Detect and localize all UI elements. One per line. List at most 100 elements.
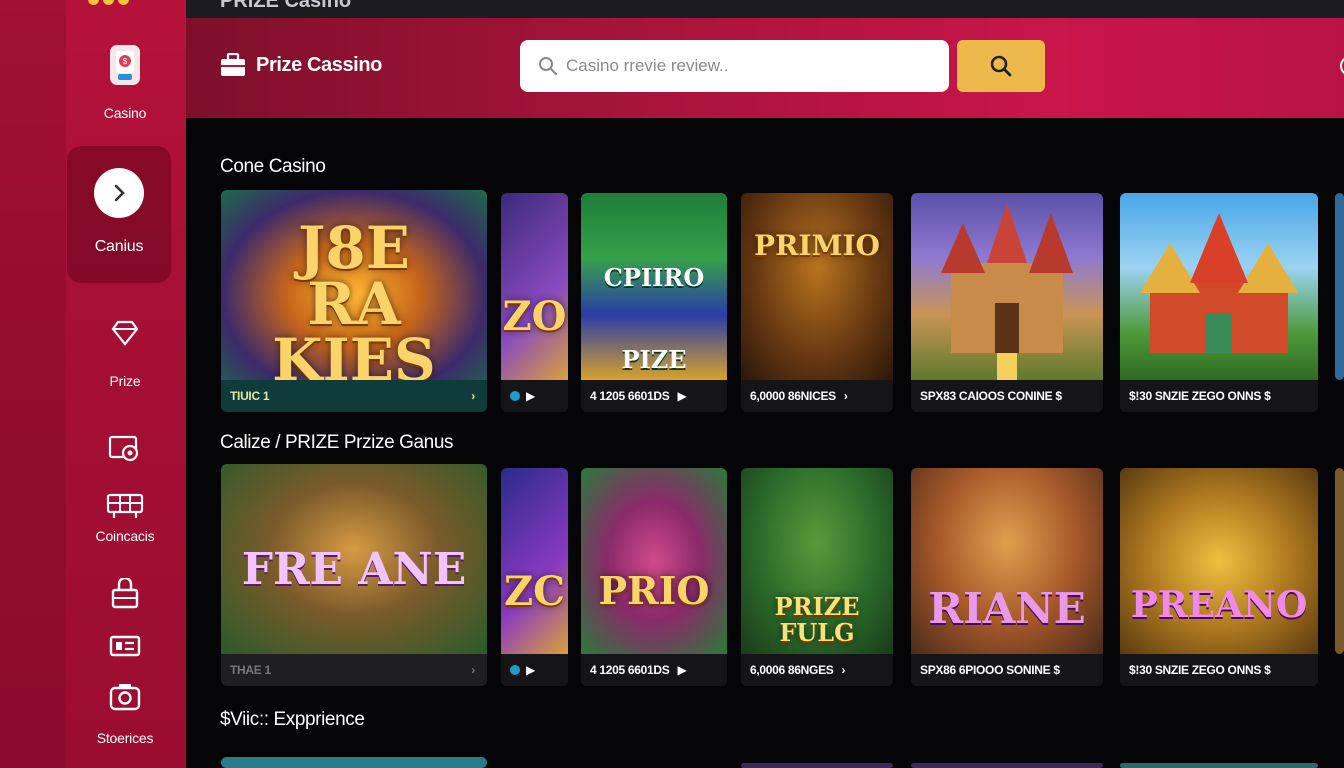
game-card[interactable]: J8E RA KIES TIUIC 1 › bbox=[221, 190, 487, 412]
game-card-footer: 4 1205 6601DS ▶ bbox=[581, 654, 727, 686]
game-card[interactable]: PREANO $!30 SNZIE ZEGO ONNS $ bbox=[1120, 468, 1318, 686]
game-card-partial[interactable] bbox=[1335, 468, 1344, 654]
section-title: Calize / PRIZE Przize Ganus bbox=[220, 432, 454, 453]
game-card[interactable]: PRIMIO 6,0000 86NICES › bbox=[741, 193, 893, 412]
play-icon: ▶ bbox=[677, 663, 687, 677]
game-art-title: RIANE bbox=[928, 584, 1086, 633]
sidebar-item-label: Prize bbox=[109, 373, 141, 389]
game-card-label: 6,0006 86NGES bbox=[750, 663, 834, 677]
game-art-title: PRIMIO bbox=[754, 229, 880, 262]
chevron-right-icon: › bbox=[843, 389, 848, 403]
chevron-right-icon: › bbox=[471, 389, 475, 403]
sidebar: $ Casino Canius Prize Coincacis Stoerice… bbox=[0, 0, 186, 768]
game-card-label: 4 1205 6601DS bbox=[590, 389, 670, 403]
status-dot-icon bbox=[510, 391, 520, 401]
chevron-right-icon bbox=[94, 168, 144, 218]
sidebar-item-label: Stoerices bbox=[96, 730, 154, 746]
game-card[interactable]: RIANE SPX86 6PIOOO SONINE $ bbox=[911, 468, 1103, 686]
sidebar-strip bbox=[0, 0, 66, 768]
search-box[interactable] bbox=[520, 40, 949, 92]
game-card-label: TIUIC 1 bbox=[230, 389, 270, 403]
game-card[interactable]: PRIZE FULG 6,0006 86NGES › bbox=[741, 468, 893, 686]
game-art-title: ZO bbox=[502, 293, 567, 340]
game-card-footer: $!30 SNZIE ZEGO ONNS $ bbox=[1120, 654, 1318, 686]
chevron-right-icon: › bbox=[471, 663, 475, 677]
game-card-label: 6,0000 86NICES bbox=[750, 389, 836, 403]
chevron-right-icon: › bbox=[841, 663, 846, 677]
game-card-partial[interactable] bbox=[741, 763, 893, 768]
game-card-footer: 6,0006 86NGES › bbox=[741, 654, 893, 686]
game-card[interactable]: FRE ANE THAE 1 › bbox=[221, 464, 487, 686]
game-card-partial[interactable] bbox=[221, 757, 487, 768]
search-input[interactable] bbox=[566, 56, 926, 76]
game-card[interactable]: CPIIRO PIZE 4 1205 6601DS ▶ bbox=[581, 193, 727, 412]
header: Prize Cassino bbox=[186, 18, 1344, 118]
status-dot-icon bbox=[510, 665, 520, 675]
game-art-title: PRIZE FULG bbox=[774, 592, 860, 647]
sidebar-item-ticket[interactable] bbox=[66, 634, 184, 658]
play-icon: ▶ bbox=[526, 663, 535, 677]
ticket-icon bbox=[109, 634, 141, 658]
window-title: PRIZE Casino bbox=[220, 0, 352, 12]
svg-text:$: $ bbox=[123, 57, 128, 66]
game-card-footer: ▶ bbox=[501, 654, 568, 686]
game-card-label: 4 1205 6601DS bbox=[590, 663, 670, 677]
section-title: $Viic:: Expprience bbox=[220, 709, 365, 730]
game-card-footer: 6,0000 86NICES › bbox=[741, 380, 893, 412]
game-card-partial[interactable] bbox=[911, 763, 1103, 768]
search-button[interactable] bbox=[957, 40, 1045, 92]
sidebar-item-label: Casino bbox=[103, 105, 147, 121]
game-card-partial[interactable] bbox=[1335, 193, 1344, 380]
game-card[interactable]: ZC ▶ bbox=[501, 468, 568, 686]
game-card[interactable]: SPX83 CAIOOS CONINE $ bbox=[911, 193, 1103, 412]
sidebar-item-coincacis[interactable]: Coincacis bbox=[66, 492, 184, 544]
game-card-footer: TIUIC 1 › bbox=[221, 380, 487, 412]
game-card-label: THAE 1 bbox=[230, 663, 271, 677]
play-icon: ▶ bbox=[526, 389, 535, 403]
game-card-footer: $!30 SNZIE ZEGO ONNS $ bbox=[1120, 380, 1318, 412]
brand[interactable]: Prize Cassino bbox=[220, 53, 382, 77]
briefcase-icon bbox=[221, 53, 245, 76]
game-card-partial[interactable] bbox=[1120, 763, 1318, 768]
game-card[interactable]: $!30 SNZIE ZEGO ONNS $ bbox=[1120, 193, 1318, 412]
game-art-title: FRE ANE bbox=[241, 544, 467, 595]
camera-icon bbox=[109, 682, 141, 712]
game-card-footer: SPX86 6PIOOO SONINE $ bbox=[911, 654, 1103, 686]
game-card-footer: 4 1205 6601DS ▶ bbox=[581, 380, 727, 412]
sidebar-item-casino[interactable]: $ Casino bbox=[66, 44, 184, 121]
game-card-footer: ▶ bbox=[501, 380, 568, 412]
game-card[interactable]: ZO ▶ bbox=[501, 193, 568, 412]
profile-icon[interactable] bbox=[1340, 56, 1344, 76]
window-title-bar: PRIZE Casino bbox=[186, 0, 1344, 18]
castle-illustration bbox=[941, 203, 1073, 380]
game-card-footer: THAE 1 › bbox=[221, 654, 487, 686]
palace-illustration bbox=[1140, 213, 1298, 353]
search-icon bbox=[539, 57, 558, 76]
play-icon: ▶ bbox=[677, 389, 687, 403]
game-art-title: ZC bbox=[503, 568, 566, 615]
game-art-title: PREANO bbox=[1130, 584, 1308, 626]
brand-name: Prize Cassino bbox=[256, 53, 382, 76]
sidebar-item-stoerices[interactable]: Stoerices bbox=[66, 682, 184, 746]
phone-casino-icon: $ bbox=[108, 44, 142, 86]
game-card-label: SPX83 CAIOOS CONINE $ bbox=[920, 389, 1062, 403]
sidebar-item-bag[interactable] bbox=[66, 578, 184, 610]
sidebar-item-canius[interactable]: Canius bbox=[67, 146, 171, 283]
game-card[interactable]: PRIO 4 1205 6601DS ▶ bbox=[581, 468, 727, 686]
game-card-label: $!30 SNZIE ZEGO ONNS $ bbox=[1129, 389, 1271, 403]
sidebar-item-prize[interactable]: Prize bbox=[66, 318, 184, 389]
cabinet-icon bbox=[106, 492, 144, 520]
bag-icon bbox=[110, 578, 140, 610]
sidebar-item-label: Canius bbox=[94, 238, 144, 255]
game-card-footer: SPX83 CAIOOS CONINE $ bbox=[911, 380, 1103, 412]
sidebar-item-label: Coincacis bbox=[95, 528, 155, 544]
game-art-title: J8E RA KIES bbox=[272, 214, 436, 394]
section-title: Cone Casino bbox=[220, 156, 326, 177]
search-icon bbox=[990, 55, 1012, 77]
game-card-label: SPX86 6PIOOO SONINE $ bbox=[920, 663, 1060, 677]
sidebar-item-screen[interactable] bbox=[66, 434, 184, 464]
screen-coin-icon bbox=[108, 434, 142, 464]
diamond-icon bbox=[110, 318, 140, 348]
logo bbox=[88, 0, 129, 5]
game-art-title: CPIIRO PIZE bbox=[603, 263, 705, 374]
